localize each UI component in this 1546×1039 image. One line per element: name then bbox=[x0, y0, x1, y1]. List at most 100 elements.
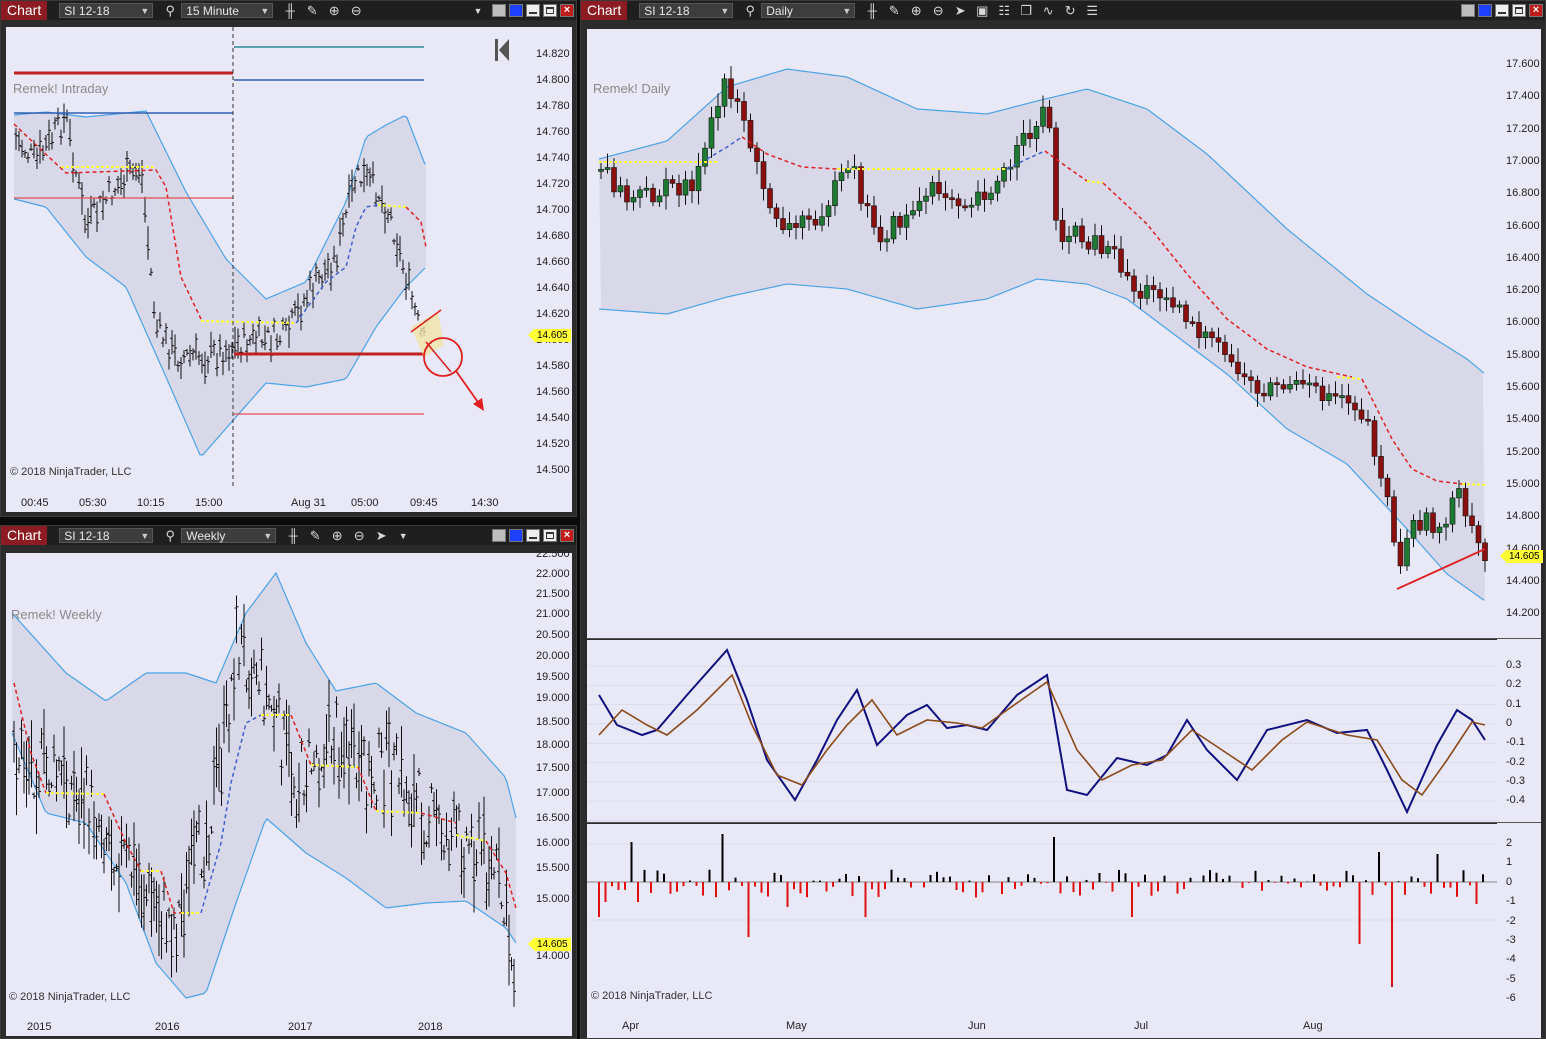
link-blue-icon[interactable] bbox=[509, 4, 523, 17]
weekly-plot[interactable]: Remek! Weekly © 2018 NinjaTrader, LLC bbox=[6, 553, 527, 1011]
x-tick-label: Aug bbox=[1303, 1020, 1323, 1032]
zoom-in-icon[interactable]: ⊕ bbox=[905, 1, 927, 20]
pointer-icon[interactable]: ➤ bbox=[370, 526, 392, 545]
price-marker: 14.605 bbox=[528, 329, 571, 342]
minimize-icon[interactable] bbox=[526, 529, 540, 542]
oscillator-slow-line bbox=[598, 673, 1486, 797]
candle-up bbox=[929, 182, 936, 197]
y-tick-label: 20.000 bbox=[536, 650, 570, 662]
y-tick-label: 14.680 bbox=[536, 230, 570, 242]
y-tick-label: 17.200 bbox=[1506, 122, 1540, 135]
bar-style-icon[interactable]: ╫ bbox=[861, 1, 883, 20]
indicators-icon[interactable]: ∿ bbox=[1037, 1, 1059, 20]
pencil-icon[interactable]: ✎ bbox=[301, 1, 323, 20]
candle-up bbox=[682, 179, 689, 196]
close-icon[interactable]: × bbox=[560, 4, 574, 17]
instrument-selector[interactable]: SI 12-18 ▼ bbox=[59, 3, 154, 18]
bar-style-icon[interactable]: ╫ bbox=[282, 526, 304, 545]
pencil-icon[interactable]: ✎ bbox=[304, 526, 326, 545]
interval-selector[interactable]: 15 Minute ▼ bbox=[181, 3, 274, 18]
candle-down bbox=[1085, 241, 1092, 250]
search-icon[interactable]: ⚲ bbox=[739, 1, 761, 20]
instrument-selector[interactable]: SI 12-18 ▼ bbox=[59, 528, 154, 543]
link-grey-icon[interactable] bbox=[492, 529, 506, 542]
zoom-out-icon[interactable]: ⊖ bbox=[927, 1, 949, 20]
osc-tick-label: 0.2 bbox=[1506, 678, 1522, 691]
minimize-icon[interactable] bbox=[1495, 4, 1509, 17]
x-tick-label: 00:45 bbox=[21, 497, 49, 509]
candle-down bbox=[780, 218, 786, 231]
daily-histogram-panel[interactable]: © 2018 NinjaTrader, LLC bbox=[587, 824, 1497, 1011]
zoom-out-icon[interactable]: ⊖ bbox=[345, 1, 367, 20]
zoom-out-icon[interactable]: ⊖ bbox=[348, 526, 370, 545]
candle-up bbox=[838, 172, 845, 181]
daily-oscillator-panel[interactable] bbox=[587, 640, 1497, 822]
y-tick-label: 14.520 bbox=[536, 438, 570, 450]
candle-down bbox=[897, 216, 903, 228]
highlight-zone bbox=[411, 312, 444, 357]
candle-down bbox=[1462, 488, 1469, 517]
y-tick-label: 16.200 bbox=[1506, 284, 1540, 297]
candle-down bbox=[793, 223, 799, 228]
bar-style-icon[interactable]: ╫ bbox=[279, 1, 301, 20]
zoom-in-icon[interactable]: ⊕ bbox=[323, 1, 345, 20]
candle-down bbox=[812, 218, 819, 226]
candle-up bbox=[1014, 145, 1020, 168]
link-grey-icon[interactable] bbox=[1461, 4, 1475, 17]
chart-tab[interactable]: Chart bbox=[581, 1, 628, 20]
data-box-icon[interactable]: ▣ bbox=[971, 1, 993, 20]
link-grey-icon[interactable] bbox=[492, 4, 506, 17]
x-tick-label: May bbox=[786, 1020, 807, 1032]
candle-up bbox=[1293, 380, 1300, 385]
daily-x-axis[interactable] bbox=[587, 1011, 1541, 1038]
candle-down bbox=[949, 197, 955, 201]
candle-up bbox=[1144, 285, 1150, 299]
search-icon[interactable]: ⚲ bbox=[159, 526, 181, 545]
candle-up bbox=[1410, 520, 1417, 539]
y-tick-label: 20.500 bbox=[536, 629, 570, 641]
maximize-icon[interactable] bbox=[543, 4, 557, 17]
pencil-icon[interactable]: ✎ bbox=[883, 1, 905, 20]
y-tick-label: 15.200 bbox=[1506, 445, 1540, 458]
intraday-toolbar: Chart SI 12-18 ▼ ⚲ 15 Minute ▼ ╫ ✎ ⊕ ⊖ ▼ × bbox=[1, 1, 576, 20]
dropdown-arrow-icon[interactable]: ▼ bbox=[392, 526, 414, 545]
close-icon[interactable]: × bbox=[560, 529, 574, 542]
close-icon[interactable]: × bbox=[1529, 4, 1543, 17]
minimize-icon[interactable] bbox=[526, 4, 540, 17]
candle-down bbox=[734, 98, 741, 102]
properties-icon[interactable]: ☷ bbox=[993, 1, 1015, 20]
candle-down bbox=[1111, 246, 1118, 250]
menu-icon[interactable]: ☰ bbox=[1081, 1, 1103, 20]
hist-tick-label: -2 bbox=[1506, 914, 1516, 927]
x-tick-label: 10:15 bbox=[137, 497, 165, 509]
osc-tick-label: 0.3 bbox=[1506, 659, 1522, 671]
candle-down bbox=[1280, 384, 1287, 390]
maximize-icon[interactable] bbox=[1512, 4, 1526, 17]
instrument-selector[interactable]: SI 12-18 ▼ bbox=[639, 3, 734, 18]
candle-down bbox=[1215, 337, 1222, 343]
intraday-chart-window: Chart SI 12-18 ▼ ⚲ 15 Minute ▼ ╫ ✎ ⊕ ⊖ ▼ ×… bbox=[0, 0, 577, 517]
link-blue-icon[interactable] bbox=[1478, 4, 1492, 17]
intraday-plot[interactable]: Remek! Intraday © 2018 NinjaTrader, LLC bbox=[6, 27, 527, 487]
search-icon[interactable]: ⚲ bbox=[159, 1, 181, 20]
interval-selector[interactable]: Daily ▼ bbox=[761, 3, 856, 18]
candle-up bbox=[656, 195, 663, 203]
chart-tab[interactable]: Chart bbox=[1, 526, 48, 545]
chart-tab[interactable]: Chart bbox=[1, 1, 48, 20]
interval-selector[interactable]: Weekly ▼ bbox=[181, 528, 277, 543]
candle-up bbox=[1267, 382, 1274, 397]
strategies-icon[interactable]: ❐ bbox=[1015, 1, 1037, 20]
reload-icon[interactable]: ↻ bbox=[1059, 1, 1081, 20]
watermark: Remek! Daily bbox=[593, 81, 671, 96]
y-tick-label: 14.400 bbox=[1506, 574, 1540, 587]
link-blue-icon[interactable] bbox=[509, 529, 523, 542]
osc-tick-label: 0.1 bbox=[1506, 697, 1522, 710]
scroll-end-icon[interactable] bbox=[495, 39, 509, 61]
pointer-icon[interactable]: ➤ bbox=[949, 1, 971, 20]
daily-plot[interactable]: Remek! Daily bbox=[587, 29, 1497, 638]
maximize-icon[interactable] bbox=[543, 529, 557, 542]
y-tick-label: 14.660 bbox=[536, 256, 570, 268]
dropdown-arrow-icon[interactable]: ▼ bbox=[467, 1, 489, 20]
y-tick-label: 14.760 bbox=[536, 126, 570, 138]
zoom-in-icon[interactable]: ⊕ bbox=[326, 526, 348, 545]
